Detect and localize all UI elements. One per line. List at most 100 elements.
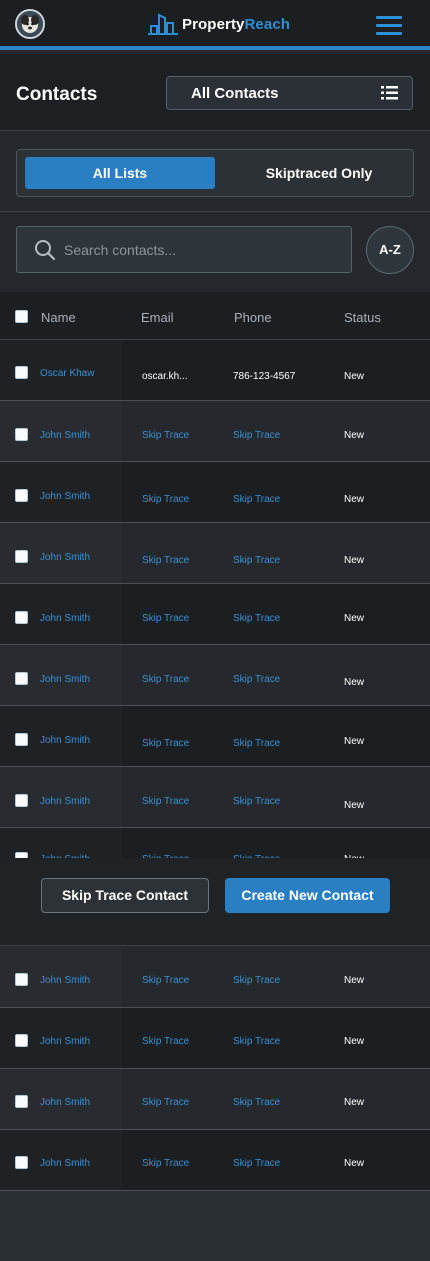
contact-name-link[interactable]: John Smith — [40, 674, 90, 685]
row-checkbox[interactable] — [15, 1034, 28, 1047]
page-footer-space — [0, 1191, 430, 1261]
table-row[interactable]: John Smith Skip Trace Skip Trace New — [0, 767, 430, 828]
status-badge: New — [344, 371, 365, 382]
toggle-all-lists[interactable]: All Lists — [25, 157, 215, 189]
table-header: Name Email Phone Status — [0, 292, 430, 340]
column-header-status[interactable]: Status — [344, 310, 381, 325]
contact-name-link[interactable]: John Smith — [40, 796, 90, 807]
column-header-email[interactable]: Email — [141, 310, 174, 325]
select-all-checkbox[interactable] — [15, 310, 28, 323]
page-title: Contacts — [16, 84, 98, 105]
row-checkbox[interactable] — [15, 733, 28, 746]
phone-skip-trace-link[interactable]: Skip Trace — [233, 494, 280, 505]
sort-az-button[interactable]: A-Z — [366, 226, 414, 274]
phone-skip-trace-link[interactable]: Skip Trace — [233, 738, 280, 749]
avatar[interactable] — [15, 9, 45, 39]
contact-list-select[interactable]: All Contacts — [166, 76, 413, 110]
column-header-name[interactable]: Name — [41, 310, 76, 325]
hamburger-menu-icon[interactable] — [374, 13, 404, 37]
row-checkbox[interactable] — [15, 672, 28, 685]
status-badge: New — [344, 736, 365, 747]
list-filter-bar: All Lists Skiptraced Only — [0, 131, 430, 212]
list-icon — [381, 86, 398, 100]
table-row[interactable]: John Smith Skip Trace Skip Trace New — [0, 947, 430, 1008]
contact-name-link[interactable]: Oscar Khaw — [40, 368, 94, 379]
phone-skip-trace-link[interactable]: Skip Trace — [233, 613, 280, 624]
row-checkbox[interactable] — [15, 794, 28, 807]
row-checkbox[interactable] — [15, 973, 28, 986]
row-checkbox[interactable] — [15, 550, 28, 563]
email-skip-trace-link[interactable]: Skip Trace — [142, 1158, 189, 1169]
status-badge: New — [344, 613, 365, 624]
contact-name-link[interactable]: John Smith — [40, 975, 90, 986]
column-header-phone[interactable]: Phone — [234, 310, 272, 325]
search-field[interactable] — [16, 226, 352, 273]
search-bar: A-Z — [0, 212, 430, 292]
phone-skip-trace-link[interactable]: Skip Trace — [233, 674, 280, 685]
table-row[interactable]: John Smith Skip Trace Skip Trace New — [0, 1069, 430, 1130]
top-navbar: PropertyReach — [0, 0, 430, 50]
list-filter-toggle: All Lists Skiptraced Only — [16, 149, 414, 197]
status-badge: New — [344, 975, 365, 986]
email-skip-trace-link[interactable]: Skip Trace — [142, 430, 189, 441]
status-badge: New — [344, 800, 365, 811]
table-row[interactable]: John Smith Skip Trace Skip Trace New — [0, 1130, 430, 1191]
phone-skip-trace-link[interactable]: Skip Trace — [233, 1097, 280, 1108]
email-skip-trace-link[interactable]: Skip Trace — [142, 1036, 189, 1047]
brand-name: PropertyReach — [182, 15, 291, 33]
status-badge: New — [344, 494, 365, 505]
table-row[interactable]: John Smith Skip Trace Skip Trace New — [0, 1008, 430, 1069]
phone-skip-trace-link[interactable]: Skip Trace — [233, 555, 280, 566]
contact-name-link[interactable]: John Smith — [40, 430, 90, 441]
contact-name-link[interactable]: John Smith — [40, 552, 90, 563]
contacts-header: Contacts All Contacts — [0, 54, 430, 131]
contact-email: oscar.kh... — [142, 371, 188, 382]
email-skip-trace-link[interactable]: Skip Trace — [142, 1097, 189, 1108]
contact-name-link[interactable]: John Smith — [40, 1097, 90, 1108]
action-bar: Skip Trace Contact Create New Contact — [0, 858, 430, 946]
row-checkbox[interactable] — [15, 366, 28, 379]
contact-name-link[interactable]: John Smith — [40, 491, 90, 502]
status-badge: New — [344, 430, 365, 441]
contact-name-link[interactable]: John Smith — [40, 1036, 90, 1047]
contact-name-link[interactable]: John Smith — [40, 613, 90, 624]
row-checkbox[interactable] — [15, 611, 28, 624]
table-row[interactable]: John Smith Skip Trace Skip Trace New — [0, 645, 430, 706]
row-checkbox[interactable] — [15, 1156, 28, 1169]
email-skip-trace-link[interactable]: Skip Trace — [142, 674, 189, 685]
row-checkbox[interactable] — [15, 489, 28, 502]
phone-skip-trace-link[interactable]: Skip Trace — [233, 975, 280, 986]
email-skip-trace-link[interactable]: Skip Trace — [142, 975, 189, 986]
phone-skip-trace-link[interactable]: Skip Trace — [233, 796, 280, 807]
status-badge: New — [344, 677, 365, 688]
brand-logo[interactable]: PropertyReach — [148, 11, 290, 37]
email-skip-trace-link[interactable]: Skip Trace — [142, 613, 189, 624]
table-row[interactable]: John Smith Skip Trace Skip Trace New — [0, 584, 430, 645]
table-row[interactable]: John Smith Skip Trace Skip Trace New — [0, 523, 430, 584]
search-input[interactable] — [64, 227, 344, 272]
contact-phone: 786-123-4567 — [233, 371, 296, 382]
status-badge: New — [344, 1036, 365, 1047]
status-badge: New — [344, 555, 365, 566]
buildings-icon — [148, 13, 178, 35]
email-skip-trace-link[interactable]: Skip Trace — [142, 494, 189, 505]
phone-skip-trace-link[interactable]: Skip Trace — [233, 1158, 280, 1169]
status-badge: New — [344, 1158, 365, 1169]
email-skip-trace-link[interactable]: Skip Trace — [142, 796, 189, 807]
table-row[interactable]: John Smith Skip Trace Skip Trace New — [0, 462, 430, 523]
contact-name-link[interactable]: John Smith — [40, 735, 90, 746]
table-row[interactable]: Oscar Khaw oscar.kh... 786-123-4567 New — [0, 340, 430, 401]
table-row[interactable]: John Smith Skip Trace Skip Trace New — [0, 706, 430, 767]
create-new-contact-button[interactable]: Create New Contact — [225, 878, 390, 913]
email-skip-trace-link[interactable]: Skip Trace — [142, 555, 189, 566]
toggle-skiptraced-only[interactable]: Skiptraced Only — [229, 157, 409, 189]
row-checkbox[interactable] — [15, 1095, 28, 1108]
row-checkbox[interactable] — [15, 428, 28, 441]
email-skip-trace-link[interactable]: Skip Trace — [142, 738, 189, 749]
phone-skip-trace-link[interactable]: Skip Trace — [233, 430, 280, 441]
contact-name-link[interactable]: John Smith — [40, 1158, 90, 1169]
phone-skip-trace-link[interactable]: Skip Trace — [233, 1036, 280, 1047]
table-row[interactable]: John Smith Skip Trace Skip Trace New — [0, 401, 430, 462]
skip-trace-contact-button[interactable]: Skip Trace Contact — [41, 878, 209, 913]
list-select-value: All Contacts — [191, 85, 279, 102]
